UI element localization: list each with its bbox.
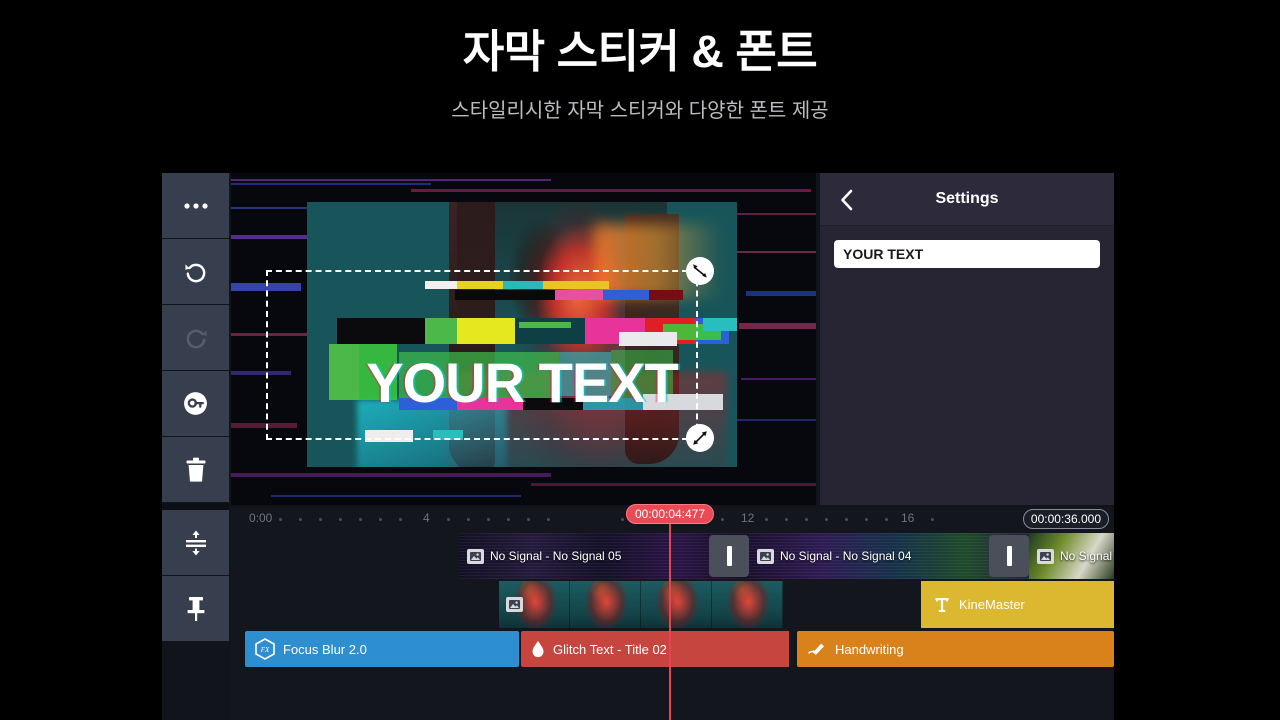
text-input[interactable]: YOUR TEXT <box>834 240 1100 268</box>
delete-button[interactable] <box>162 437 229 503</box>
text-selection-box[interactable] <box>266 270 698 440</box>
back-button[interactable] <box>834 187 860 213</box>
filmstrip-thumb[interactable] <box>570 581 641 628</box>
image-icon <box>506 597 523 612</box>
main-video-track[interactable]: No Signal - No Signal 05 No Signal - No … <box>231 533 1114 579</box>
ruler-label-1: 4 <box>423 511 430 525</box>
settings-panel: Settings YOUR TEXT <box>820 173 1114 505</box>
redo-icon <box>182 324 210 352</box>
image-icon <box>467 549 484 564</box>
effect-track-row-1[interactable]: FX Focus Blur 2.0 Glitch Text - Title 02 <box>231 631 1114 667</box>
playhead[interactable]: 00:00:04:477 <box>669 507 671 720</box>
resize-arrows-icon <box>691 429 709 447</box>
image-icon <box>1037 549 1054 564</box>
chevron-left-icon <box>839 189 855 211</box>
transition-marker-1[interactable] <box>709 535 749 577</box>
fx-hex-icon: FX <box>255 638 275 660</box>
phone-frame: YOUR TEXT <box>110 160 1175 720</box>
text-t-icon <box>935 597 949 613</box>
page-title: 자막 스티커 & 폰트 <box>0 26 1280 78</box>
total-duration-badge: 00:00:36.000 <box>1023 509 1109 529</box>
layers-arrows-icon <box>183 529 209 557</box>
resize-handle[interactable] <box>686 424 714 452</box>
ruler-label-3: 16 <box>901 511 914 525</box>
trash-icon <box>185 457 207 483</box>
svg-text:FX: FX <box>260 646 270 654</box>
clip-label: No Signal - No Signal 05 <box>490 549 621 563</box>
more-options-button[interactable] <box>162 173 229 239</box>
playhead-time-badge: 00:00:04:477 <box>626 504 714 524</box>
left-toolbar <box>162 173 229 720</box>
secondary-layer-track[interactable]: KineMaster <box>231 581 1114 628</box>
undo-icon <box>182 258 210 286</box>
settings-header: Settings <box>820 173 1114 226</box>
image-icon <box>757 549 774 564</box>
effect-clip-focus-blur[interactable]: FX Focus Blur 2.0 <box>245 631 519 667</box>
effect-clip-glitch-text[interactable]: Glitch Text - Title 02 <box>521 631 791 667</box>
layer-order-button[interactable] <box>162 510 229 576</box>
ruler-label-0: 0:00 <box>249 511 272 525</box>
key-frame-button[interactable] <box>162 371 229 437</box>
video-preview[interactable]: YOUR TEXT <box>231 173 816 505</box>
clip-label: No Signal <box>1060 549 1112 563</box>
text-clip-kinemaster[interactable]: KineMaster <box>921 581 1114 628</box>
pen-icon <box>807 640 827 658</box>
pin-icon <box>184 595 208 623</box>
timeline[interactable]: 0:00 4 12 16 <box>231 507 1114 720</box>
toolbar-group-primary <box>162 173 229 503</box>
settings-title: Settings <box>820 190 1114 208</box>
filmstrip-thumb[interactable] <box>712 581 783 628</box>
rotate-arrows-icon <box>691 262 709 280</box>
pin-button[interactable] <box>162 576 229 642</box>
droplet-icon <box>531 640 545 658</box>
clip-label: Handwriting <box>835 642 904 657</box>
app-root: 자막 스티커 & 폰트 스타일리시한 자막 스티커와 다양한 폰트 제공 <box>0 0 1280 720</box>
promo-header: 자막 스티커 & 폰트 스타일리시한 자막 스티커와 다양한 폰트 제공 <box>0 0 1280 123</box>
clip-label: Focus Blur 2.0 <box>283 642 367 657</box>
key-icon <box>182 390 209 417</box>
phone-screen: YOUR TEXT <box>162 173 1114 720</box>
filmstrip-thumb[interactable] <box>641 581 712 628</box>
clip-label: KineMaster <box>959 597 1025 612</box>
transition-marker-2[interactable] <box>989 535 1029 577</box>
video-clip-3[interactable]: No Signal <box>1029 533 1114 579</box>
ellipsis-icon <box>183 202 209 210</box>
rotate-handle[interactable] <box>686 257 714 285</box>
page-subtitle: 스타일리시한 자막 스티커와 다양한 폰트 제공 <box>0 94 1280 123</box>
clip-label: Glitch Text - Title 02 <box>553 642 667 657</box>
clip-label: No Signal - No Signal 04 <box>780 549 911 563</box>
video-clip-1[interactable]: No Signal - No Signal 05 <box>459 533 749 579</box>
redo-button[interactable] <box>162 305 229 371</box>
toolbar-group-secondary <box>162 510 229 720</box>
undo-button[interactable] <box>162 239 229 305</box>
effect-clip-handwriting[interactable]: Handwriting <box>797 631 1114 667</box>
text-input-value: YOUR TEXT <box>843 246 923 262</box>
ruler-label-2: 12 <box>741 511 754 525</box>
